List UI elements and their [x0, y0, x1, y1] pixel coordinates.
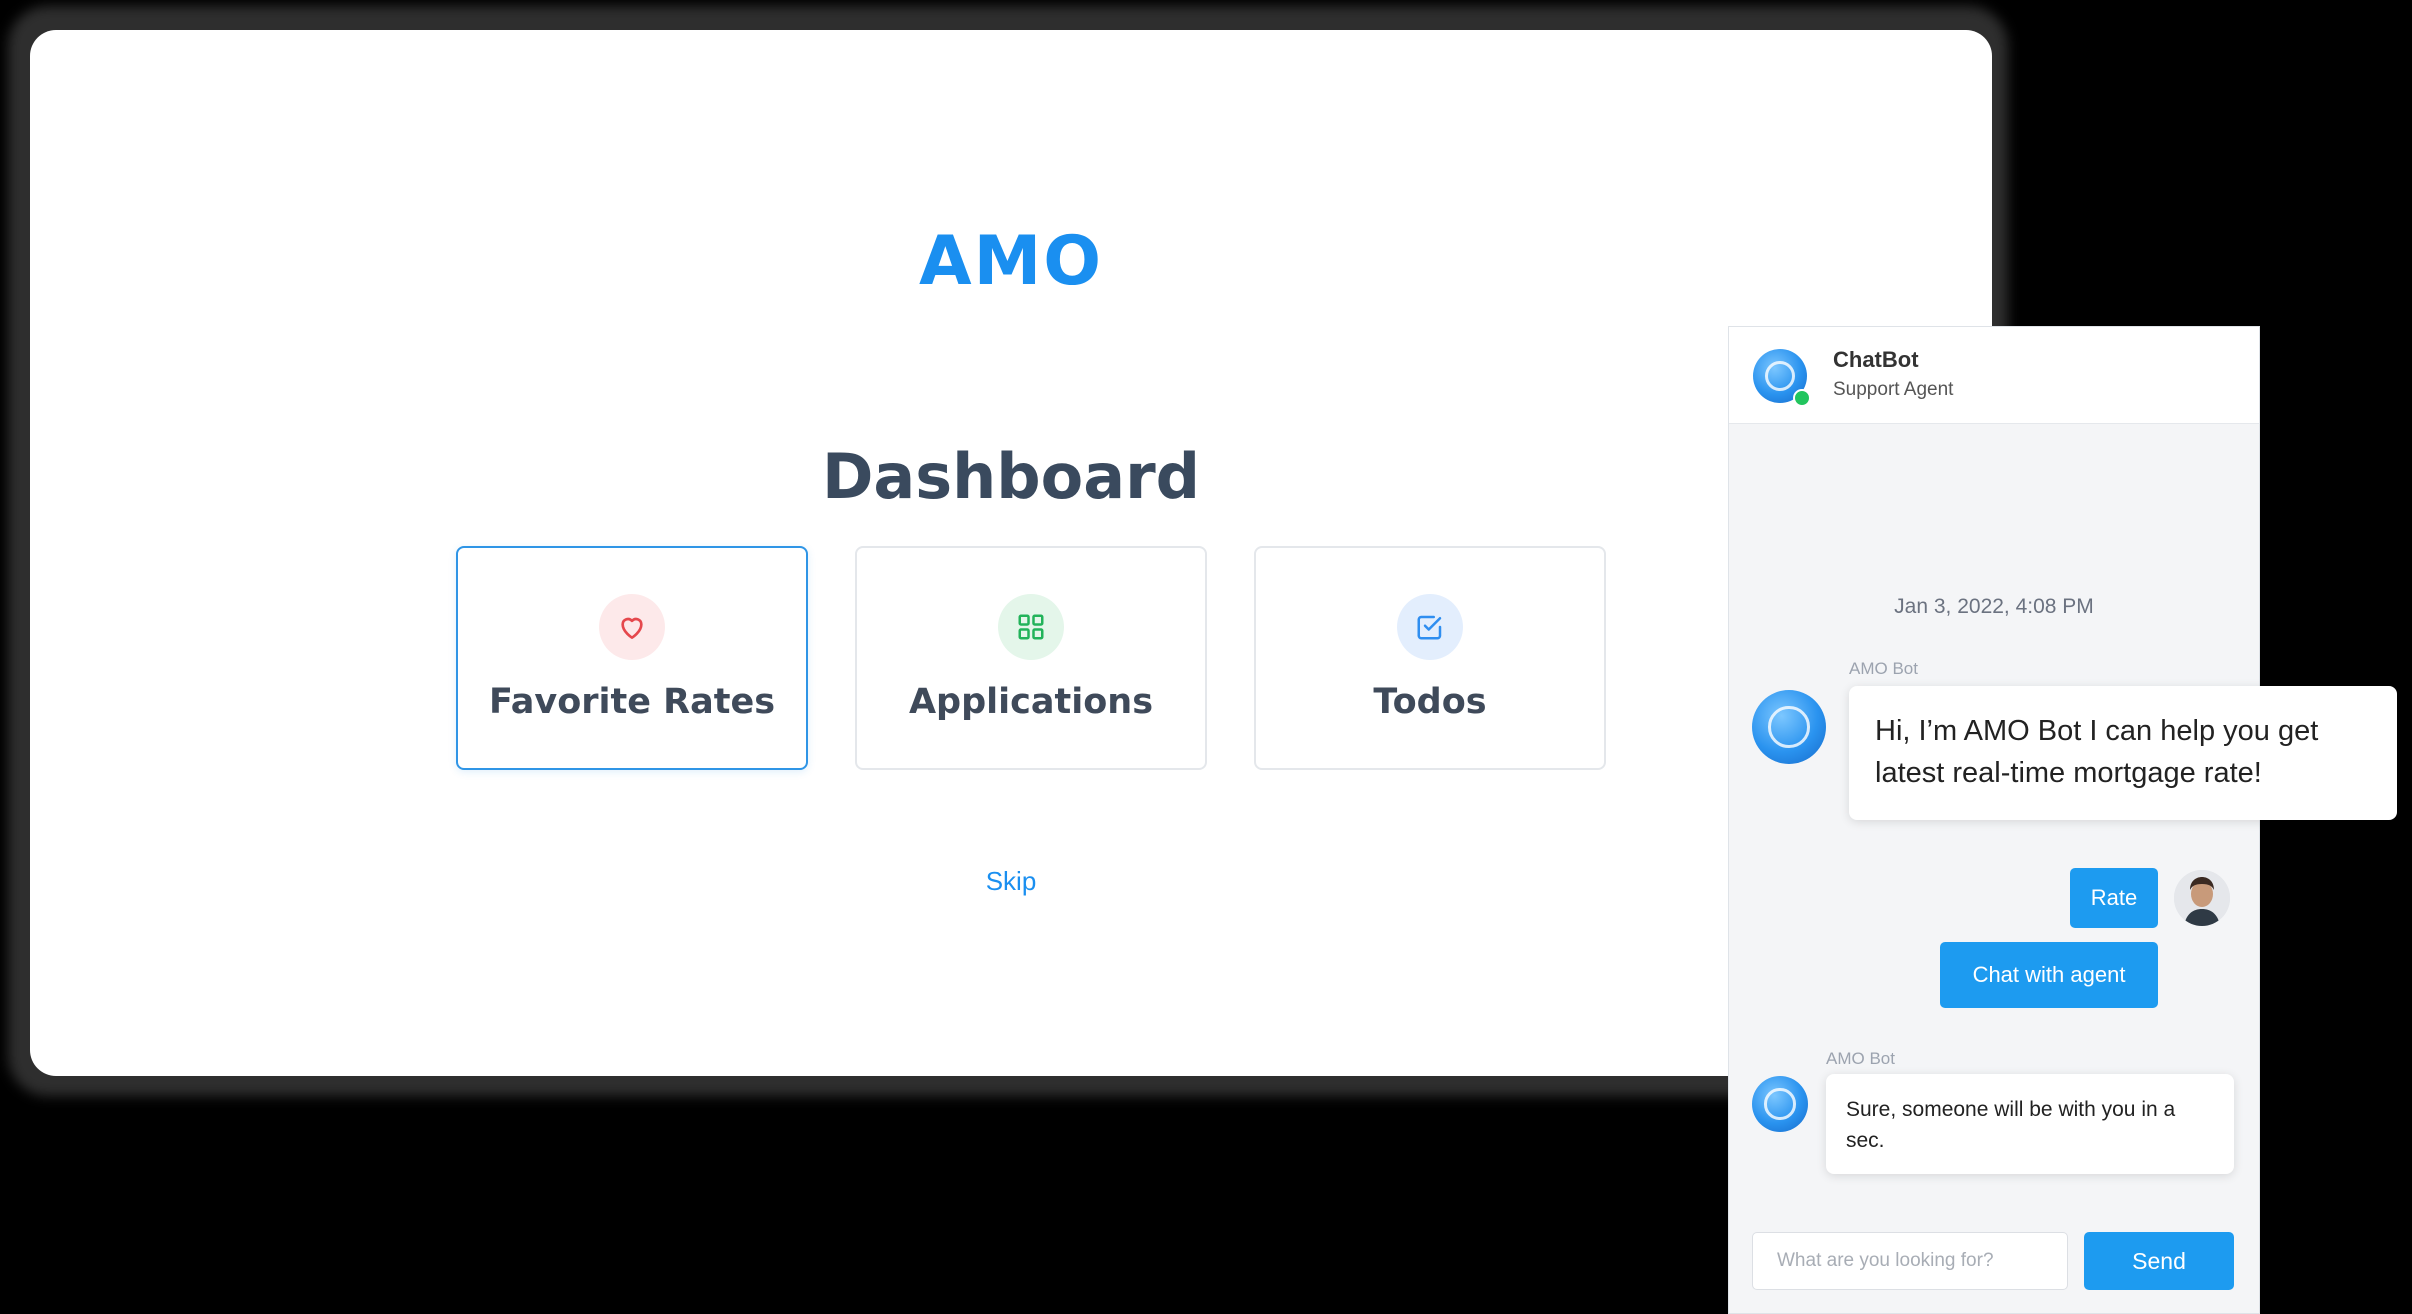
chat-subtitle: Support Agent [1833, 379, 1954, 400]
chat-timestamp: Jan 3, 2022, 4:08 PM [1894, 595, 2094, 618]
tile-label: Favorite Rates [488, 682, 776, 722]
dashboard-card: AMO Dashboard Favorite Rates Application… [30, 30, 1992, 1076]
tile-applications[interactable]: Applications [855, 546, 1207, 770]
checkbox-icon [1397, 594, 1463, 660]
amo-logo: AMO [918, 222, 1104, 301]
user-avatar [2174, 870, 2230, 926]
chat-with-agent-button[interactable]: Chat with agent [1940, 942, 2158, 1008]
chat-header: ChatBot Support Agent [1729, 327, 2259, 424]
grid-icon [998, 594, 1064, 660]
bot-avatar-icon [1752, 690, 1826, 764]
chat-title: ChatBot [1833, 347, 1919, 372]
bot-message-bubble: Sure, someone will be with you in a sec. [1826, 1074, 2234, 1174]
tile-label: Applications [908, 682, 1154, 722]
bot-avatar-icon [1752, 1076, 1808, 1132]
message-sender: AMO Bot [1849, 659, 1918, 678]
skip-link[interactable]: Skip [30, 866, 1992, 897]
online-status-icon [1793, 389, 1811, 407]
page-title: Dashboard [821, 440, 1201, 513]
heart-icon [599, 594, 665, 660]
quick-reply-rate-button[interactable]: Rate [2070, 868, 2158, 928]
tile-favorite-rates[interactable]: Favorite Rates [456, 546, 808, 770]
tile-todos[interactable]: Todos [1254, 546, 1606, 770]
message-sender: AMO Bot [1826, 1049, 1895, 1068]
send-button[interactable]: Send [2084, 1232, 2234, 1290]
bot-message-bubble: Hi, I’m AMO Bot I can help you get lates… [1849, 686, 2397, 820]
chat-message-input[interactable] [1752, 1232, 2068, 1290]
tile-label: Todos [1373, 682, 1487, 722]
